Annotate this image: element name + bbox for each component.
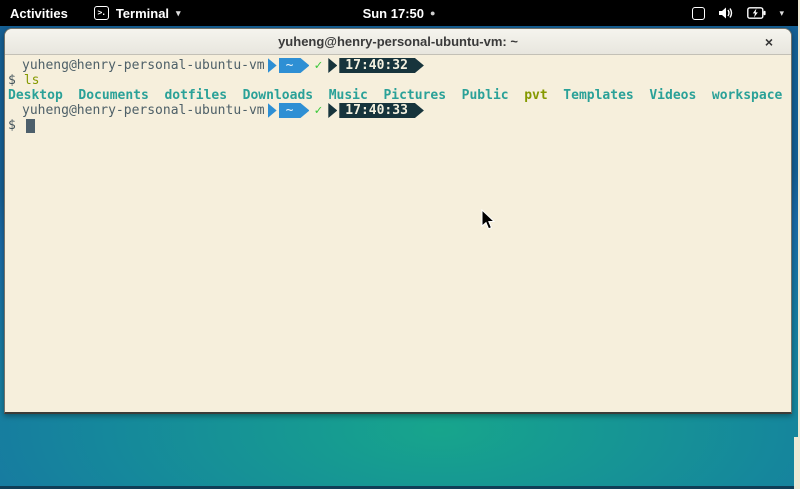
recording-indicator-icon: ● <box>430 9 435 18</box>
clock-label: Sun 17:50 <box>363 6 424 21</box>
prompt-symbol: $ <box>8 73 16 88</box>
activities-button[interactable]: Activities <box>10 6 68 21</box>
screen-right-edge-artifact <box>794 437 800 489</box>
dir-entry: Videos <box>649 88 696 103</box>
volume-icon <box>718 6 734 20</box>
command-line: $ ls <box>8 73 788 88</box>
app-menu-terminal[interactable]: >. Terminal ▾ <box>94 6 181 21</box>
prompt-symbol: $ <box>8 118 16 133</box>
dir-entry: Public <box>462 88 509 103</box>
window-titlebar[interactable]: yuheng@henry-personal-ubuntu-vm: ~ × <box>5 29 791 55</box>
dir-entry: Documents <box>78 88 148 103</box>
prompt-cwd-segment: ~ <box>279 103 310 118</box>
input-line[interactable]: $ <box>8 118 788 133</box>
prompt-time-segment: 17:40:33 <box>339 103 424 118</box>
dir-entry: Pictures <box>383 88 446 103</box>
prompt-cwd-segment: ~ <box>279 58 310 73</box>
system-status-area[interactable]: ▾ <box>692 6 798 20</box>
ls-output: Desktop Documents dotfiles Downloads Music Pi… <box>8 88 788 103</box>
screen-share-icon <box>692 7 705 20</box>
close-button[interactable]: × <box>759 29 779 55</box>
prompt-time-segment: 17:40:32 <box>339 58 424 73</box>
dir-entry: workspace <box>712 88 782 103</box>
prompt-user-host: yuheng@henry-personal-ubuntu-vm <box>22 58 265 73</box>
powerline-arrow-icon <box>268 103 277 118</box>
app-menu-label: Terminal <box>116 6 169 21</box>
chevron-down-icon: ▾ <box>779 8 784 19</box>
prompt-line-1: yuheng@henry-personal-ubuntu-vm ~ ✓ 17:4… <box>8 58 788 73</box>
clock-menu[interactable]: Sun 17:50 ● <box>363 6 436 21</box>
dir-entry: dotfiles <box>164 88 227 103</box>
battery-charging-icon <box>747 7 766 19</box>
powerline-arrow-icon <box>268 58 277 73</box>
chevron-down-icon: ▾ <box>176 8 181 19</box>
powerline-arrow-icon <box>328 103 337 118</box>
link-entry: pvt <box>524 88 547 103</box>
terminal-content[interactable]: yuheng@henry-personal-ubuntu-vm ~ ✓ 17:4… <box>5 55 791 136</box>
text-cursor <box>26 119 35 133</box>
mouse-pointer-icon <box>481 209 497 231</box>
status-check-icon: ✓ <box>314 103 322 118</box>
dir-entry: Music <box>329 88 368 103</box>
dir-entry: Desktop <box>8 88 63 103</box>
dir-entry: Downloads <box>243 88 313 103</box>
window-title: yuheng@henry-personal-ubuntu-vm: ~ <box>278 34 518 49</box>
terminal-icon: >. <box>94 6 109 20</box>
dir-entry: Templates <box>563 88 633 103</box>
status-check-icon: ✓ <box>314 58 322 73</box>
powerline-arrow-icon <box>328 58 337 73</box>
prompt-user-host: yuheng@henry-personal-ubuntu-vm <box>22 103 265 118</box>
prompt-line-2: yuheng@henry-personal-ubuntu-vm ~ ✓ 17:4… <box>8 103 788 118</box>
command-text: ls <box>24 73 40 88</box>
top-bar: Activities >. Terminal ▾ Sun 17:50 ● ▾ <box>0 0 798 26</box>
terminal-window: yuheng@henry-personal-ubuntu-vm: ~ × yuh… <box>4 28 792 414</box>
